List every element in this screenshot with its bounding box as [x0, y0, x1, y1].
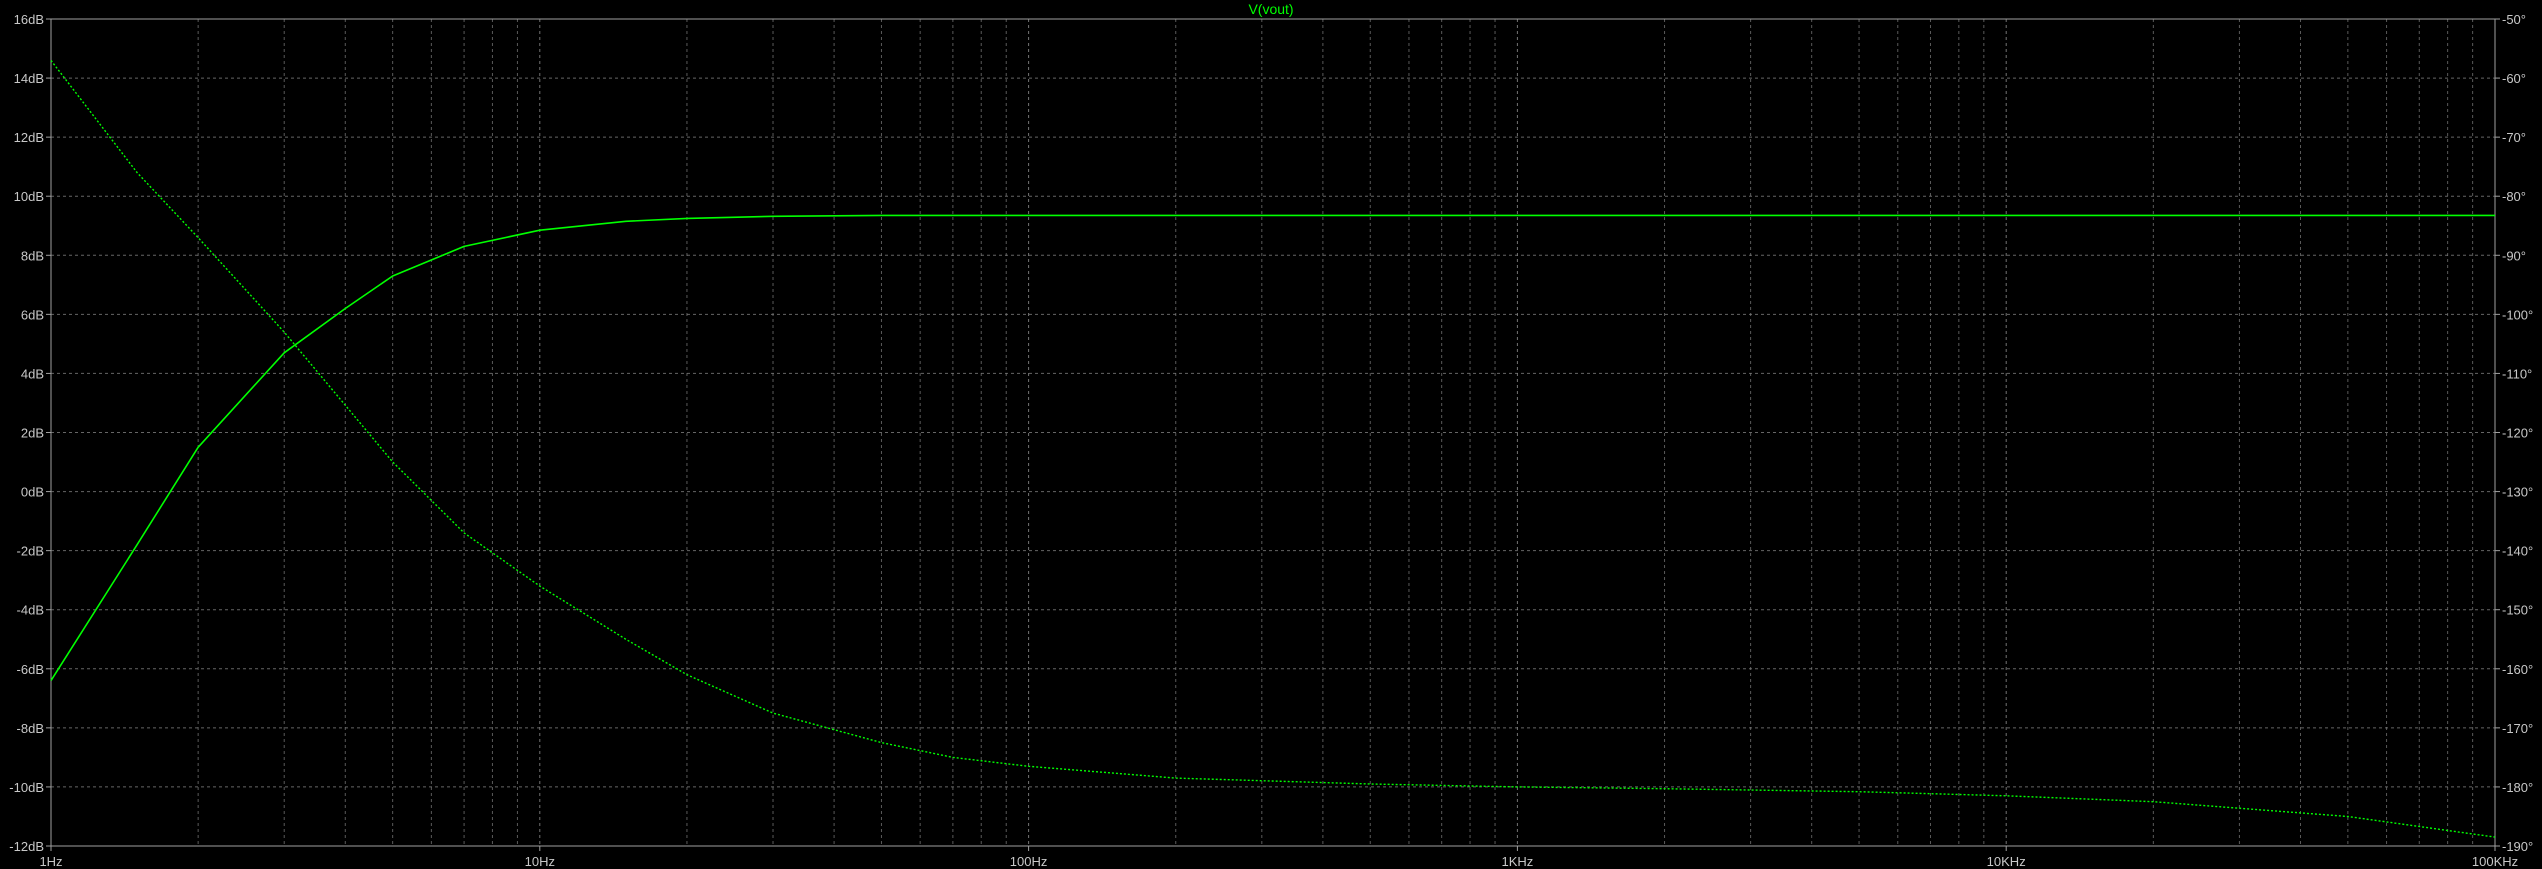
x-tick-label: 10KHz	[1987, 854, 2026, 869]
y-left-tick-label: -2dB	[17, 544, 44, 559]
trace-title[interactable]: V(vout)	[1248, 1, 1293, 17]
y-left-tick-label: 10dB	[14, 189, 44, 204]
y-right-tick-label: -150°	[2502, 603, 2533, 618]
y-left-tick-label: 0dB	[21, 485, 44, 500]
y-right-tick-label: -50°	[2502, 12, 2526, 27]
x-tick-label: 100Hz	[1010, 854, 1048, 869]
y-right-tick-label: -160°	[2502, 662, 2533, 677]
x-tick-label: 100KHz	[2472, 854, 2518, 869]
y-left-tick-label: -12dB	[9, 839, 44, 854]
y-left-tick-label: -8dB	[17, 721, 44, 736]
y-left-tick-label: 6dB	[21, 307, 44, 322]
x-tick-label: 1Hz	[39, 854, 62, 869]
y-left-tick-label: 4dB	[21, 366, 44, 381]
bode-plot: 1Hz 10Hz 100Hz 1KHz 10KHz 100KHz 16dB 14dB 12dB 1…	[9, 1, 2533, 869]
y-left-tick-label: -4dB	[17, 603, 44, 618]
y-left-tick-label: -10dB	[9, 780, 44, 795]
y-right-tick-label: -190°	[2502, 839, 2533, 854]
y-right-tick-label: -170°	[2502, 721, 2533, 736]
y-right-tick-label: -90°	[2502, 248, 2526, 263]
y-right-tick-label: -180°	[2502, 780, 2533, 795]
y-right-tick-label: -110°	[2502, 366, 2532, 381]
x-tick-label: 10Hz	[525, 854, 555, 869]
y-left-tick-label: 2dB	[21, 426, 44, 441]
y-right-tick-label: -80°	[2502, 189, 2526, 204]
y-left-tick-label: 14dB	[14, 71, 44, 86]
y-left-tick-label: 12dB	[14, 130, 44, 145]
y-left-tick-label: 8dB	[21, 248, 44, 263]
x-tick-label: 1KHz	[1502, 854, 1534, 869]
y-right-tick-label: -60°	[2502, 71, 2526, 86]
y-right-tick-label: -130°	[2502, 485, 2533, 500]
y-left-tick-label: -6dB	[17, 662, 44, 677]
y-right-tick-label: -70°	[2502, 130, 2526, 145]
y-right-tick-label: -100°	[2502, 307, 2533, 322]
y-right-tick-label: -120°	[2502, 426, 2533, 441]
y-right-tick-label: -140°	[2502, 544, 2533, 559]
y-left-tick-label: 16dB	[14, 12, 44, 27]
